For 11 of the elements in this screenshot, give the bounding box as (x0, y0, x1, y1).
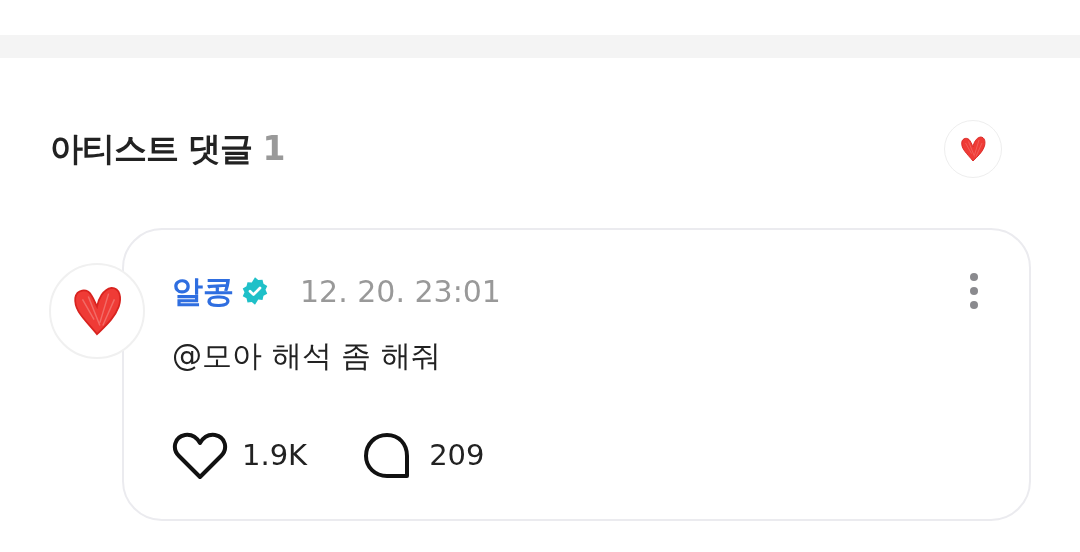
section-title: 아티스트 댓글 (50, 128, 253, 171)
comment-text: @모아 해석 좀 해줘 (172, 336, 442, 375)
comment-time: 12. 20. 23:01 (300, 272, 501, 311)
heart-icon (958, 134, 988, 164)
speech-bubble-icon (363, 431, 412, 480)
reply-button[interactable]: 209 (363, 431, 485, 480)
comment-count: 1 (262, 128, 286, 171)
author-name[interactable]: 알콩 (172, 268, 234, 315)
like-button[interactable]: 1.9K (172, 431, 308, 480)
more-options-icon[interactable] (969, 272, 979, 311)
heart-outline-icon (172, 431, 228, 480)
